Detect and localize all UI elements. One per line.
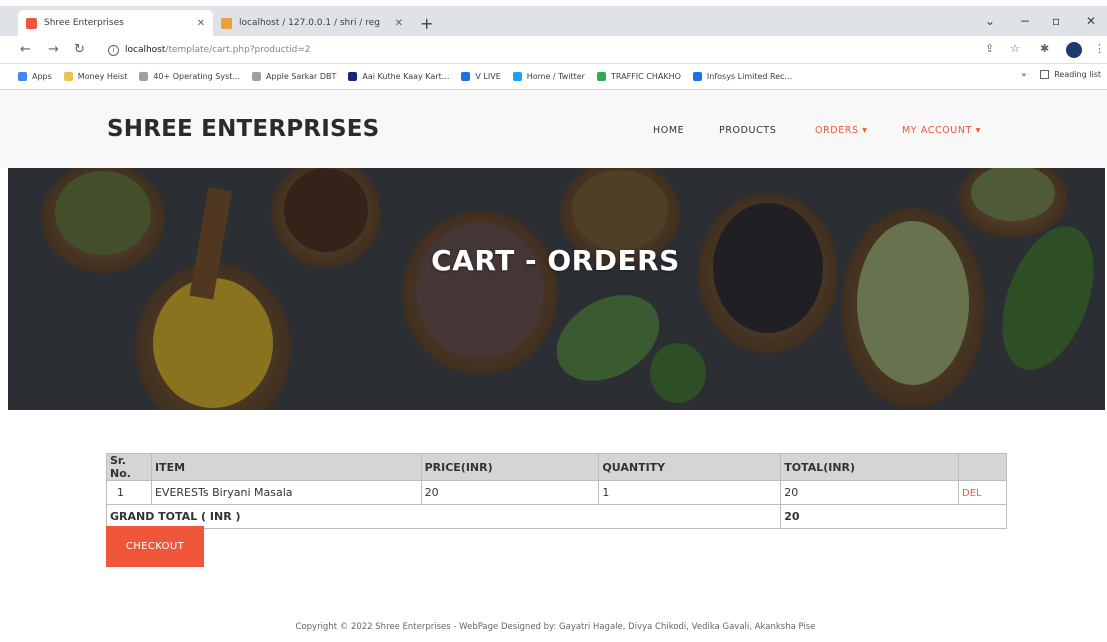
page-title: CART - ORDERS (431, 244, 680, 277)
profile-avatar[interactable] (1066, 42, 1082, 58)
bookmark-item[interactable]: Home / Twitter (512, 72, 585, 81)
browser-tab[interactable]: localhost / 127.0.0.1 / shri / reg ✕ (213, 10, 411, 36)
cart-table: Sr. No. ITEM PRICE(INR) QUANTITY TOTAL(I… (105, 453, 1007, 529)
extensions-icon[interactable]: ✱ (1040, 42, 1049, 55)
tab-search-icon[interactable]: ⌄ (985, 14, 995, 28)
browser-tab-bar: Shree Enterprises ✕ localhost / 127.0.0.… (0, 6, 1107, 36)
tab-title: localhost / 127.0.0.1 / shri / reg (239, 18, 380, 28)
tab-title: Shree Enterprises (44, 18, 124, 28)
bookmark-star-icon[interactable]: ☆ (1010, 42, 1020, 55)
url-field[interactable]: i localhost/template/cart.php?productid=… (108, 41, 958, 59)
bookmark-favicon-icon (63, 72, 73, 81)
cell-action: DEL (958, 480, 1007, 505)
bookmark-item[interactable]: TRAFFIC CHAKHO (596, 72, 681, 81)
nav-orders[interactable]: ORDERS ▾ (815, 125, 868, 136)
url-path: /template/cart.php?productid=2 (165, 45, 311, 55)
site-info-icon[interactable]: i (108, 44, 119, 56)
reading-list-icon (1040, 70, 1050, 79)
column-header (958, 453, 1007, 481)
bookmark-favicon-icon (348, 72, 358, 81)
grand-total-value: 20 (780, 504, 1007, 529)
share-icon[interactable]: ⇪ (985, 42, 994, 55)
bookmarks-bar: Apps Money Heist 40+ Operating Syst... A… (0, 64, 1107, 90)
table-row: 1 EVERESTs Biryani Masala 20 1 20 DEL (106, 480, 1007, 505)
grand-total-row: GRAND TOTAL ( INR ) 20 (105, 504, 1007, 529)
more-bookmarks-icon[interactable]: » (1021, 70, 1026, 79)
bookmark-item[interactable]: Infosys Limited Rec... (692, 72, 792, 81)
forward-icon[interactable]: → (48, 42, 59, 57)
column-header: PRICE(INR) (420, 453, 600, 481)
bookmark-item[interactable]: Aai Kuthe Kaay Kart... (348, 72, 449, 81)
bookmark-favicon-icon (139, 72, 149, 81)
back-icon[interactable]: ← (20, 42, 31, 57)
address-bar: ← → ↻ i localhost/template/cart.php?prod… (0, 36, 1107, 64)
new-tab-icon[interactable]: + (420, 14, 433, 33)
footer-copyright: Copyright © 2022 Shree Enterprises - Web… (295, 622, 816, 632)
column-header: TOTAL(INR) (780, 453, 960, 481)
window-close-icon[interactable]: ✕ (1086, 14, 1096, 28)
spices-background-image (8, 168, 1105, 410)
bookmark-item[interactable]: Apple Sarkar DBT (252, 72, 336, 81)
close-tab-icon[interactable]: ✕ (395, 18, 403, 29)
bookmark-item[interactable]: Money Heist (63, 72, 127, 81)
apps-grid-icon (18, 72, 27, 81)
bookmark-item[interactable]: V LIVE (461, 72, 501, 81)
bookmark-apps[interactable]: Apps (18, 72, 52, 81)
cell-item: EVERESTs Biryani Masala (150, 480, 422, 505)
menu-icon[interactable]: ⋮ (1094, 42, 1105, 55)
site-brand[interactable]: SHREE ENTERPRISES (107, 116, 379, 142)
cell-quantity: 1 (598, 480, 782, 505)
site-favicon-icon (26, 17, 37, 29)
cell-price: 20 (420, 480, 600, 505)
reload-icon[interactable]: ↻ (74, 42, 85, 57)
bookmark-item[interactable]: 40+ Operating Syst... (139, 72, 240, 81)
bookmark-favicon-icon (692, 72, 702, 81)
nav-home[interactable]: HOME (653, 125, 684, 136)
url-host: localhost (125, 45, 166, 55)
nav-my-account[interactable]: MY ACCOUNT ▾ (902, 125, 981, 136)
bookmark-favicon-icon (252, 72, 262, 81)
hero-banner (8, 168, 1105, 410)
column-header: ITEM (150, 453, 422, 481)
reading-list[interactable]: » Reading list (1021, 70, 1101, 79)
checkout-button[interactable]: CHECKOUT (106, 526, 204, 567)
browser-tab-active[interactable]: Shree Enterprises ✕ (18, 10, 213, 36)
maximize-icon[interactable]: ▫ (1052, 14, 1060, 28)
delete-link[interactable]: DEL (962, 488, 982, 499)
grand-total-label: GRAND TOTAL ( INR ) (105, 504, 782, 529)
table-header-row: Sr. No. ITEM PRICE(INR) QUANTITY TOTAL(I… (106, 453, 1007, 481)
nav-products[interactable]: PRODUCTS (719, 125, 776, 136)
bookmark-favicon-icon (596, 72, 606, 81)
column-header: QUANTITY (598, 453, 782, 481)
phpmyadmin-favicon-icon (221, 17, 232, 29)
cell-total: 20 (780, 480, 960, 505)
column-header: Sr. No. (106, 453, 152, 481)
minimize-icon[interactable]: − (1020, 14, 1030, 28)
bookmark-favicon-icon (461, 72, 471, 81)
twitter-icon (512, 72, 522, 81)
cell-sr-no: 1 (106, 480, 152, 505)
close-tab-icon[interactable]: ✕ (197, 18, 205, 29)
